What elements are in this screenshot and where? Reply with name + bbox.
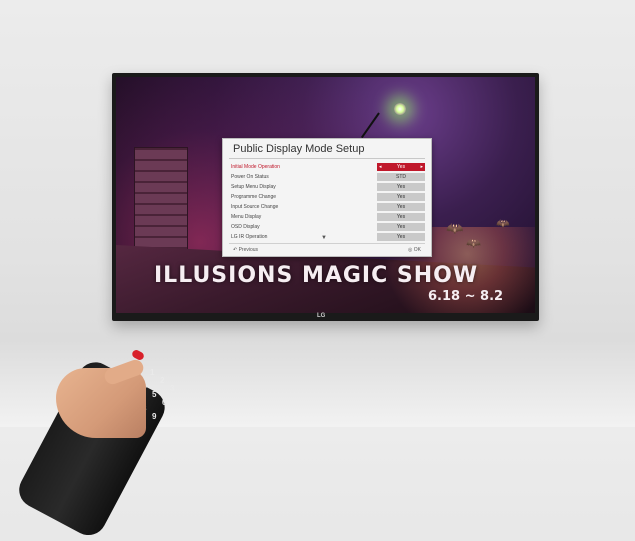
dialog-title: Public Display Mode Setup: [233, 143, 365, 155]
setting-value[interactable]: Yes: [377, 213, 425, 221]
return-icon: ↶: [233, 247, 238, 253]
setting-label: Setup Menu Display: [231, 184, 276, 190]
settings-list: Initial Mode Operation Yes Power On Stat…: [231, 163, 425, 243]
show-headline: ILLUSIONS MAGIC SHOW: [154, 263, 479, 288]
tv-screen: 🦇 🦇 🦇 ILLUSIONS MAGIC SHOW 6.18 ~ 8.2 Pu…: [116, 77, 535, 313]
setting-value[interactable]: Yes: [377, 223, 425, 231]
remote-key[interactable]: 2: [160, 376, 164, 385]
setting-row-lg-ir-operation[interactable]: LG IR Operation Yes: [231, 233, 425, 242]
setting-label: Initial Mode Operation: [231, 164, 280, 170]
setting-value[interactable]: Yes: [377, 203, 425, 211]
public-display-setup-dialog: Public Display Mode Setup Initial Mode O…: [222, 138, 432, 257]
bat-icon: 🦇: [446, 220, 464, 236]
setting-value[interactable]: STD: [377, 173, 425, 181]
bat-icon: 🦇: [496, 218, 510, 230]
setting-value-selector[interactable]: Yes: [377, 163, 425, 171]
setting-value[interactable]: Yes: [377, 233, 425, 241]
setting-row-osd-display[interactable]: OSD Display Yes: [231, 223, 425, 232]
setting-label: Input Source Change: [231, 204, 279, 210]
tv-frame: 🦇 🦇 🦇 ILLUSIONS MAGIC SHOW 6.18 ~ 8.2 Pu…: [112, 73, 539, 321]
previous-label: Previous: [238, 247, 259, 253]
remote-key[interactable]: 6: [162, 398, 166, 407]
setting-row-initial-mode[interactable]: Initial Mode Operation Yes: [231, 163, 425, 172]
remote-key[interactable]: 1: [150, 368, 154, 377]
setting-row-input-source-change[interactable]: Input Source Change Yes: [231, 203, 425, 212]
setting-label: Programme Change: [231, 194, 277, 200]
setting-label: Power On Status: [231, 174, 269, 180]
chevron-down-icon[interactable]: ▼: [321, 235, 327, 241]
setting-row-programme-change[interactable]: Programme Change Yes: [231, 193, 425, 202]
remote-key[interactable]: 5: [152, 390, 156, 399]
show-date: 6.18 ~ 8.2: [428, 289, 504, 304]
dialog-footer: ↶ Previous ◎ OK: [229, 243, 425, 255]
hand: [56, 368, 146, 438]
glowing-orb: [394, 103, 406, 115]
setting-row-setup-menu-display[interactable]: Setup Menu Display Yes: [231, 183, 425, 192]
setting-value[interactable]: Yes: [377, 183, 425, 191]
ok-label: OK: [413, 247, 421, 253]
bat-icon: 🦇: [466, 236, 481, 250]
remote-key[interactable]: 3: [170, 384, 174, 393]
setting-label: OSD Display: [231, 224, 260, 230]
setting-label: LG IR Operation: [231, 234, 268, 240]
brick-chimney: [134, 147, 188, 259]
lg-logo: LG: [317, 313, 326, 319]
previous-button[interactable]: ↶ Previous: [233, 247, 258, 253]
remote-key[interactable]: 9: [152, 412, 156, 421]
setting-row-menu-display[interactable]: Menu Display Yes: [231, 213, 425, 222]
ok-button[interactable]: ◎ OK: [408, 247, 421, 253]
setting-row-power-on-status[interactable]: Power On Status STD: [231, 173, 425, 182]
divider: [229, 158, 425, 159]
setting-value[interactable]: Yes: [377, 193, 425, 201]
ok-circle-icon: ◎: [408, 247, 413, 253]
setting-label: Menu Display: [231, 214, 262, 220]
